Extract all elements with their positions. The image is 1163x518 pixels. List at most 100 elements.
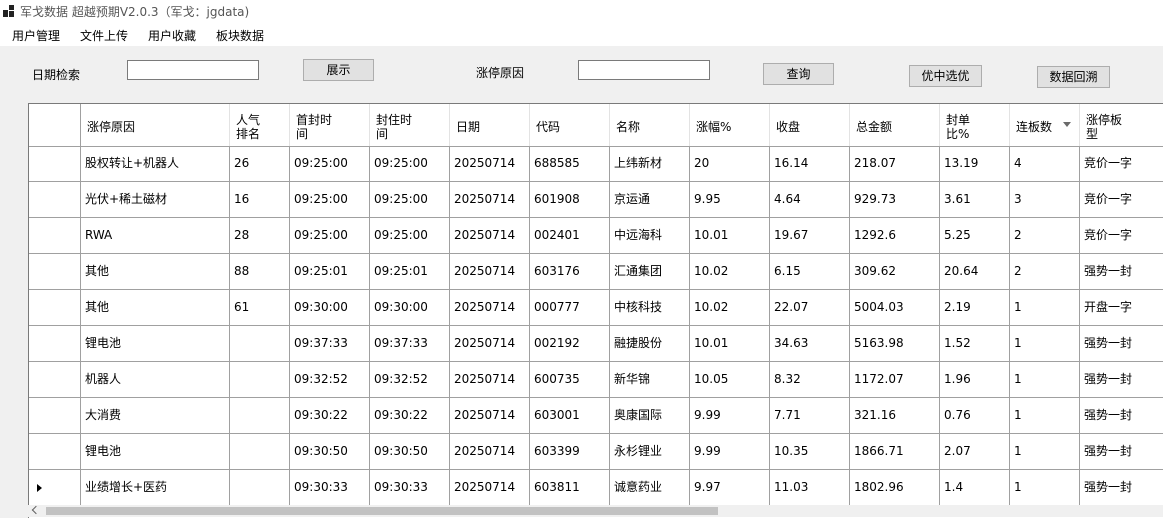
- cell-reason[interactable]: 股权转让+机器人: [81, 146, 230, 182]
- cell-change-pct[interactable]: 10.02: [690, 290, 770, 326]
- column-header-close[interactable]: 收盘: [770, 104, 850, 146]
- row-header[interactable]: [29, 254, 81, 290]
- cell-seal-ratio[interactable]: 1.52: [940, 326, 1010, 362]
- cell-seal-ratio[interactable]: 20.64: [940, 254, 1010, 290]
- cell-seal-ratio[interactable]: 3.61: [940, 182, 1010, 218]
- cell-consecutive-boards[interactable]: 3: [1010, 182, 1080, 218]
- menu-user-management[interactable]: 用户管理: [12, 27, 60, 44]
- cell-change-pct[interactable]: 20: [690, 146, 770, 182]
- cell-consecutive-boards[interactable]: 2: [1010, 218, 1080, 254]
- cell-board-type[interactable]: 强势一封: [1080, 434, 1163, 470]
- cell-board-type[interactable]: 强势一封: [1080, 326, 1163, 362]
- cell-popularity-rank[interactable]: 28: [230, 218, 290, 254]
- cell-close[interactable]: 34.63: [770, 326, 850, 362]
- column-header-total-amount[interactable]: 总金额: [850, 104, 940, 146]
- cell-close[interactable]: 16.14: [770, 146, 850, 182]
- row-header[interactable]: [29, 470, 81, 506]
- cell-date[interactable]: 20250714: [450, 182, 530, 218]
- row-header[interactable]: [29, 290, 81, 326]
- cell-popularity-rank[interactable]: [230, 470, 290, 506]
- scroll-left-icon[interactable]: [31, 505, 41, 515]
- cell-seal-time[interactable]: 09:32:52: [370, 362, 450, 398]
- cell-code[interactable]: 601908: [530, 182, 610, 218]
- cell-first-seal-time[interactable]: 09:25:00: [290, 182, 370, 218]
- row-header[interactable]: [29, 362, 81, 398]
- table-row[interactable]: 锂电池 09:30:50 09:30:50 20250714 603399 永杉锂业 9.9…: [29, 434, 1163, 470]
- cell-seal-time[interactable]: 09:30:50: [370, 434, 450, 470]
- cell-popularity-rank[interactable]: 16: [230, 182, 290, 218]
- cell-name[interactable]: 汇通集团: [610, 254, 690, 290]
- cell-change-pct[interactable]: 9.97: [690, 470, 770, 506]
- cell-name[interactable]: 诚意药业: [610, 470, 690, 506]
- cell-reason[interactable]: 机器人: [81, 362, 230, 398]
- cell-seal-time[interactable]: 09:25:01: [370, 254, 450, 290]
- cell-seal-ratio[interactable]: 5.25: [940, 218, 1010, 254]
- cell-close[interactable]: 10.35: [770, 434, 850, 470]
- date-search-input[interactable]: [127, 60, 259, 80]
- cell-change-pct[interactable]: 9.95: [690, 182, 770, 218]
- table-row[interactable]: 其他 61 09:30:00 09:30:00 20250714 000777 中核科技 10…: [29, 290, 1163, 326]
- cell-reason[interactable]: 锂电池: [81, 434, 230, 470]
- cell-seal-time[interactable]: 09:25:00: [370, 218, 450, 254]
- cell-first-seal-time[interactable]: 09:37:33: [290, 326, 370, 362]
- cell-close[interactable]: 11.03: [770, 470, 850, 506]
- select-best-button[interactable]: 优中选优: [909, 65, 982, 87]
- horizontal-scrollbar[interactable]: [28, 505, 1163, 517]
- cell-seal-ratio[interactable]: 13.19: [940, 146, 1010, 182]
- cell-seal-time[interactable]: 09:30:22: [370, 398, 450, 434]
- cell-date[interactable]: 20250714: [450, 362, 530, 398]
- cell-close[interactable]: 19.67: [770, 218, 850, 254]
- column-header-seal-ratio[interactable]: 封单 比%: [940, 104, 1010, 146]
- limit-up-reason-input[interactable]: [578, 60, 710, 80]
- cell-reason[interactable]: 其他: [81, 254, 230, 290]
- cell-seal-ratio[interactable]: 0.76: [940, 398, 1010, 434]
- cell-code[interactable]: 600735: [530, 362, 610, 398]
- cell-consecutive-boards[interactable]: 1: [1010, 362, 1080, 398]
- cell-reason[interactable]: 业绩增长+医药: [81, 470, 230, 506]
- cell-close[interactable]: 7.71: [770, 398, 850, 434]
- cell-date[interactable]: 20250714: [450, 146, 530, 182]
- cell-name[interactable]: 中核科技: [610, 290, 690, 326]
- cell-date[interactable]: 20250714: [450, 470, 530, 506]
- row-header[interactable]: [29, 326, 81, 362]
- cell-total-amount[interactable]: 5004.03: [850, 290, 940, 326]
- cell-consecutive-boards[interactable]: 1: [1010, 326, 1080, 362]
- cell-reason[interactable]: 光伏+稀土磁材: [81, 182, 230, 218]
- query-button[interactable]: 查询: [763, 63, 834, 85]
- cell-reason[interactable]: 锂电池: [81, 326, 230, 362]
- cell-first-seal-time[interactable]: 09:25:00: [290, 218, 370, 254]
- cell-date[interactable]: 20250714: [450, 398, 530, 434]
- table-row[interactable]: 光伏+稀土磁材 16 09:25:00 09:25:00 20250714 601908 京…: [29, 182, 1163, 218]
- cell-close[interactable]: 8.32: [770, 362, 850, 398]
- cell-board-type[interactable]: 强势一封: [1080, 398, 1163, 434]
- cell-consecutive-boards[interactable]: 1: [1010, 434, 1080, 470]
- cell-change-pct[interactable]: 10.01: [690, 218, 770, 254]
- cell-board-type[interactable]: 强势一封: [1080, 470, 1163, 506]
- table-row[interactable]: 股权转让+机器人 26 09:25:00 09:25:00 20250714 688585…: [29, 146, 1163, 182]
- cell-change-pct[interactable]: 9.99: [690, 434, 770, 470]
- column-header-change-pct[interactable]: 涨幅%: [690, 104, 770, 146]
- table-row[interactable]: 其他 88 09:25:01 09:25:01 20250714 603176 汇通集团 10…: [29, 254, 1163, 290]
- cell-date[interactable]: 20250714: [450, 326, 530, 362]
- cell-change-pct[interactable]: 10.05: [690, 362, 770, 398]
- cell-seal-ratio[interactable]: 1.96: [940, 362, 1010, 398]
- cell-total-amount[interactable]: 929.73: [850, 182, 940, 218]
- cell-consecutive-boards[interactable]: 1: [1010, 470, 1080, 506]
- table-row[interactable]: RWA 28 09:25:00 09:25:00 20250714 002401 中远海科 1…: [29, 218, 1163, 254]
- cell-consecutive-boards[interactable]: 1: [1010, 290, 1080, 326]
- cell-popularity-rank[interactable]: 26: [230, 146, 290, 182]
- cell-close[interactable]: 4.64: [770, 182, 850, 218]
- cell-popularity-rank[interactable]: [230, 434, 290, 470]
- cell-close[interactable]: 22.07: [770, 290, 850, 326]
- row-header[interactable]: [29, 146, 81, 182]
- cell-consecutive-boards[interactable]: 1: [1010, 398, 1080, 434]
- cell-first-seal-time[interactable]: 09:30:00: [290, 290, 370, 326]
- table-row[interactable]: 业绩增长+医药 09:30:33 09:30:33 20250714 603811 诚意药…: [29, 470, 1163, 506]
- cell-reason[interactable]: 其他: [81, 290, 230, 326]
- cell-seal-time[interactable]: 09:30:33: [370, 470, 450, 506]
- cell-reason[interactable]: 大消费: [81, 398, 230, 434]
- cell-seal-time[interactable]: 09:25:00: [370, 146, 450, 182]
- cell-date[interactable]: 20250714: [450, 434, 530, 470]
- cell-board-type[interactable]: 强势一封: [1080, 362, 1163, 398]
- cell-change-pct[interactable]: 10.01: [690, 326, 770, 362]
